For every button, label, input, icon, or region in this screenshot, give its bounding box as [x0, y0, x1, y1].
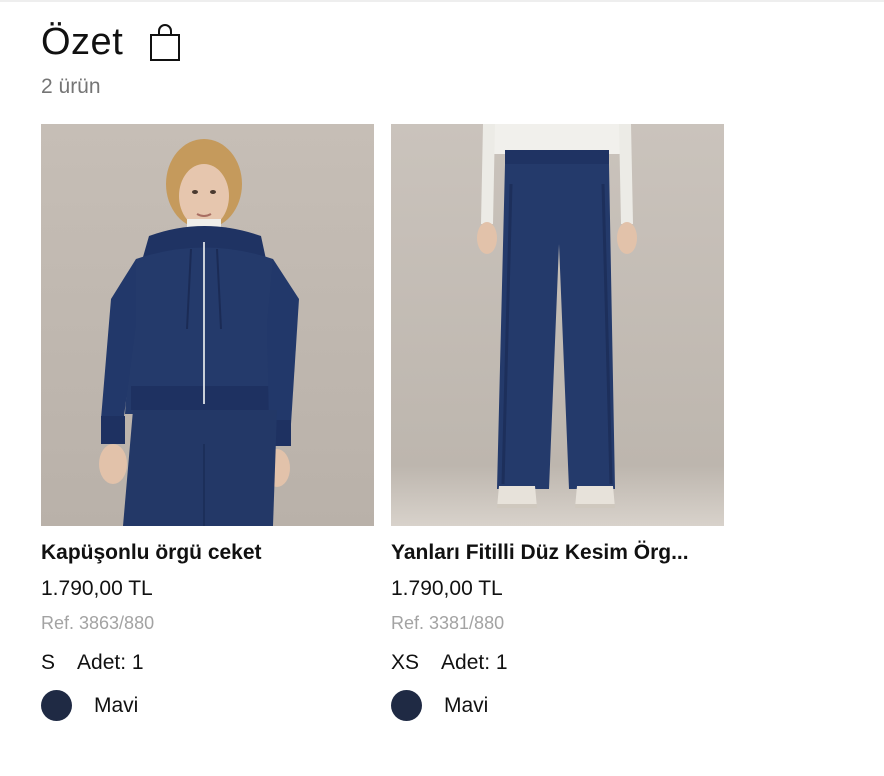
size-quantity-row: S Adet: 1	[41, 650, 374, 676]
product-size: S	[41, 651, 56, 674]
color-swatch	[41, 690, 72, 721]
summary-header: Özet 2 ürün	[41, 20, 181, 100]
size-quantity-row: XS Adet: 1	[391, 650, 724, 676]
color-row: Mavi	[41, 690, 374, 721]
title-row: Özet	[41, 20, 181, 64]
color-swatch	[391, 690, 422, 721]
color-name: Mavi	[94, 693, 139, 717]
product-image-jacket[interactable]	[41, 124, 374, 526]
product-list: Kapüşonlu örgü ceket 1.790,00 TL Ref. 38…	[41, 124, 724, 721]
shopping-bag-icon[interactable]	[149, 23, 181, 63]
product-name[interactable]: Kapüşonlu örgü ceket	[41, 540, 374, 566]
product-card[interactable]: Yanları Fitilli Düz Kesim Örg... 1.790,0…	[391, 124, 724, 721]
product-quantity: Adet: 1	[77, 651, 144, 674]
product-image-pants[interactable]	[391, 124, 724, 526]
product-price: 1.790,00 TL	[391, 577, 503, 600]
product-name[interactable]: Yanları Fitilli Düz Kesim Örg...	[391, 540, 724, 566]
product-ref: Ref. 3381/880	[391, 613, 505, 633]
product-price: 1.790,00 TL	[41, 577, 153, 600]
color-name: Mavi	[444, 693, 489, 717]
item-count: 2 ürün	[41, 75, 101, 98]
product-size: XS	[391, 651, 420, 674]
product-card[interactable]: Kapüşonlu örgü ceket 1.790,00 TL Ref. 38…	[41, 124, 374, 721]
product-quantity: Adet: 1	[441, 651, 508, 674]
product-ref: Ref. 3863/880	[41, 613, 155, 633]
page-title: Özet	[41, 21, 124, 63]
top-divider	[0, 0, 884, 2]
color-row: Mavi	[391, 690, 724, 721]
